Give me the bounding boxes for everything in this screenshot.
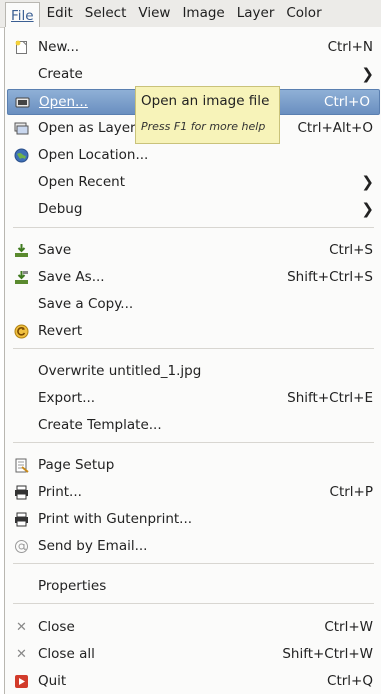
menu-item-label: Save	[38, 242, 72, 258]
open-tooltip: Open an image file Press F1 for more hel…	[135, 86, 280, 144]
menu-item-send-email[interactable]: Send by Email...	[11, 534, 381, 558]
page-setup-icon	[14, 458, 29, 473]
menu-item-save[interactable]: Save Ctrl+S	[11, 238, 381, 262]
menu-item-label: Page Setup	[38, 457, 115, 473]
menu-item-overwrite[interactable]: Overwrite untitled_1.jpg	[11, 359, 381, 383]
menu-item-debug[interactable]: Debug ❯	[11, 197, 381, 221]
menu-separator	[13, 442, 374, 443]
save-icon	[14, 243, 29, 258]
menu-item-save-copy[interactable]: Save a Copy...	[11, 292, 381, 316]
menu-item-print-gutenprint[interactable]: Print with Gutenprint...	[11, 507, 381, 531]
menu-item-label: Save As...	[38, 269, 105, 285]
menu-item-open-recent[interactable]: Open Recent ❯	[11, 170, 381, 194]
menu-item-label: New...	[38, 39, 80, 55]
menu-separator	[13, 227, 374, 228]
menu-separator	[13, 348, 374, 349]
menu-select[interactable]: Select	[80, 2, 132, 25]
submenu-arrow-icon: ❯	[361, 200, 374, 218]
menu-item-label: Export...	[38, 390, 96, 406]
printer-icon	[14, 485, 29, 500]
menu-item-label: Close all	[38, 646, 95, 662]
menu-item-create[interactable]: Create ❯	[11, 62, 381, 86]
shortcut-label: Ctrl+P	[329, 484, 373, 500]
shortcut-label: Shift+Ctrl+E	[287, 390, 373, 406]
menu-bar: File Edit Select View Image Layer Color	[0, 0, 381, 28]
menu-separator	[13, 563, 374, 564]
menu-item-label: Create	[38, 66, 83, 82]
menu-item-label: Create Template...	[38, 417, 162, 433]
revert-icon	[14, 324, 29, 339]
menu-layer[interactable]: Layer	[232, 2, 280, 25]
new-document-icon	[14, 40, 29, 55]
menu-image[interactable]: Image	[177, 2, 229, 25]
globe-icon	[14, 148, 29, 163]
menu-item-label: Open Location...	[38, 147, 149, 163]
menu-item-revert[interactable]: Revert	[11, 319, 381, 343]
menu-item-page-setup[interactable]: Page Setup	[11, 453, 381, 477]
menu-item-label: Quit	[38, 673, 67, 689]
tooltip-title: Open an image file	[141, 93, 270, 109]
shortcut-label: Ctrl+N	[327, 39, 373, 55]
shortcut-label: Ctrl+Alt+O	[297, 120, 373, 136]
menu-edit[interactable]: Edit	[42, 2, 78, 25]
printer-icon	[14, 512, 29, 527]
menu-item-label: Revert	[38, 323, 83, 339]
menu-item-new[interactable]: New... Ctrl+N	[11, 35, 381, 59]
menu-item-label: Properties	[38, 578, 107, 594]
menu-item-close[interactable]: ✕ Close Ctrl+W	[11, 615, 381, 639]
menu-item-export[interactable]: Export... Shift+Ctrl+E	[11, 386, 381, 410]
menu-item-properties[interactable]: Properties	[11, 574, 381, 598]
menu-item-label: Debug	[38, 201, 83, 217]
close-x-icon: ✕	[16, 646, 27, 662]
menu-view[interactable]: View	[133, 2, 175, 25]
open-as-layers-icon	[14, 121, 29, 136]
menu-color[interactable]: Color	[281, 2, 326, 25]
menu-item-quit[interactable]: Quit Ctrl+Q	[11, 669, 381, 693]
tooltip-help: Press F1 for more help	[141, 120, 266, 133]
shortcut-label: Ctrl+S	[329, 242, 373, 258]
menu-file[interactable]: File	[5, 1, 40, 27]
shortcut-label: Ctrl+W	[324, 619, 373, 635]
shortcut-label: Ctrl+O	[324, 94, 370, 110]
menu-item-open-location[interactable]: Open Location...	[11, 143, 381, 167]
menu-item-label: Open Recent	[38, 174, 126, 190]
menu-item-close-all[interactable]: ✕ Close all Shift+Ctrl+W	[11, 642, 381, 666]
submenu-arrow-icon: ❯	[361, 65, 374, 83]
shortcut-label: Ctrl+Q	[327, 673, 373, 689]
menu-item-label: Close	[38, 619, 75, 635]
menu-item-create-template[interactable]: Create Template...	[11, 413, 381, 437]
menu-item-label: Print with Gutenprint...	[38, 511, 193, 527]
menu-item-save-as[interactable]: Save As... Shift+Ctrl+S	[11, 265, 381, 289]
save-as-icon	[14, 270, 29, 285]
shortcut-label: Shift+Ctrl+S	[287, 269, 373, 285]
menu-separator	[13, 603, 374, 604]
email-icon	[14, 539, 29, 554]
menu-item-print[interactable]: Print... Ctrl+P	[11, 480, 381, 504]
quit-icon	[14, 674, 29, 689]
close-x-icon: ✕	[16, 619, 27, 635]
open-folder-icon	[15, 95, 30, 110]
submenu-arrow-icon: ❯	[361, 173, 374, 191]
menu-item-label: Save a Copy...	[38, 296, 134, 312]
menu-item-label: Print...	[38, 484, 82, 500]
menu-item-label: Overwrite untitled_1.jpg	[38, 363, 202, 379]
menu-item-label: Send by Email...	[38, 538, 148, 554]
shortcut-label: Shift+Ctrl+W	[282, 646, 373, 662]
